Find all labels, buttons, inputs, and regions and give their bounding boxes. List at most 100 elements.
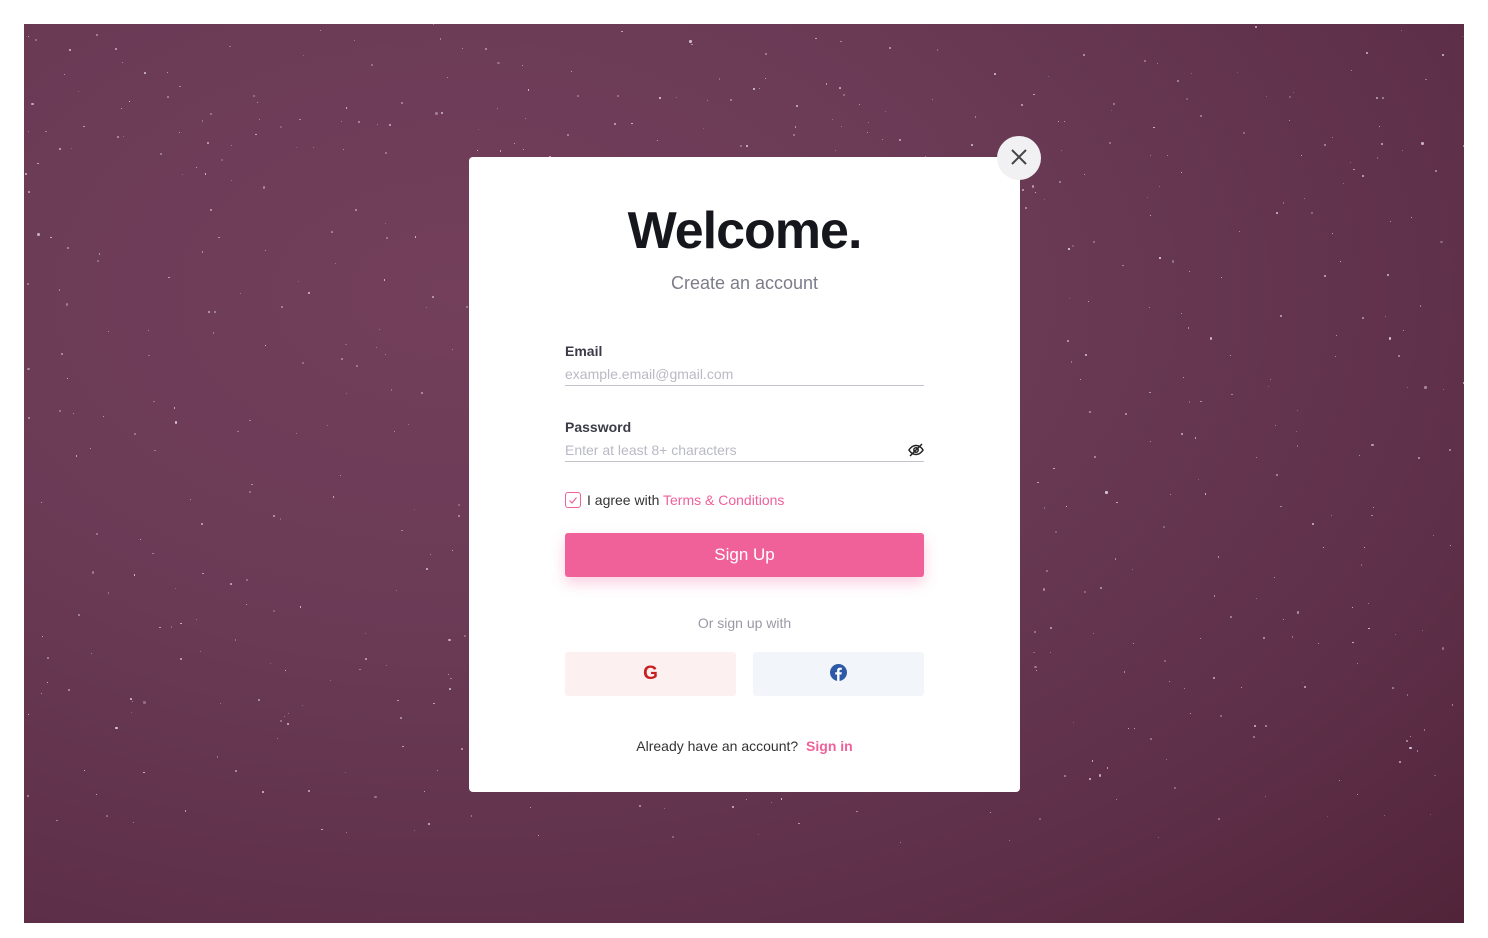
star <box>1066 506 1068 508</box>
star <box>676 96 678 99</box>
star <box>1340 260 1341 262</box>
star <box>40 501 42 504</box>
star <box>1356 663 1358 664</box>
star <box>1291 636 1293 638</box>
star <box>1401 29 1403 31</box>
star <box>1384 814 1386 816</box>
star <box>825 83 828 85</box>
star <box>1125 413 1128 416</box>
star <box>269 663 271 665</box>
terms-link[interactable]: Terms & Conditions <box>663 492 784 508</box>
footer: Already have an account? Sign in <box>469 738 1020 754</box>
star <box>1300 155 1302 157</box>
star <box>1451 703 1454 706</box>
star <box>1162 525 1165 529</box>
star <box>831 118 833 121</box>
star <box>1334 356 1336 357</box>
sign-in-link[interactable]: Sign in <box>806 738 853 754</box>
terms-checkbox[interactable] <box>565 492 581 508</box>
star <box>1416 750 1418 752</box>
google-button[interactable]: G <box>565 652 736 696</box>
star <box>340 358 344 361</box>
star <box>732 806 735 809</box>
star <box>70 147 72 149</box>
star <box>867 121 869 123</box>
password-input[interactable] <box>565 438 924 462</box>
star <box>1049 626 1052 629</box>
star <box>301 705 303 706</box>
star <box>1382 97 1384 99</box>
star <box>1283 618 1285 621</box>
star <box>1441 647 1444 650</box>
star <box>1093 240 1096 243</box>
star <box>1116 501 1118 504</box>
star <box>1108 141 1111 144</box>
star <box>1150 738 1153 740</box>
star <box>1132 642 1134 644</box>
star <box>659 97 661 99</box>
star <box>66 246 70 249</box>
email-input[interactable] <box>565 362 924 386</box>
star <box>449 688 451 690</box>
star <box>96 260 99 263</box>
star <box>1282 201 1285 204</box>
star <box>204 173 207 176</box>
star <box>329 679 331 681</box>
star <box>613 122 617 126</box>
star <box>374 795 377 798</box>
star <box>313 146 314 148</box>
star <box>1378 125 1381 128</box>
star <box>65 303 68 306</box>
star <box>249 419 251 422</box>
facebook-button[interactable] <box>753 652 924 696</box>
star <box>1110 109 1112 111</box>
star <box>1276 212 1278 215</box>
star <box>283 716 285 718</box>
star <box>484 47 487 50</box>
star <box>567 134 570 137</box>
star <box>1087 300 1090 303</box>
eye-off-icon[interactable] <box>908 442 924 463</box>
star <box>295 146 298 149</box>
star <box>122 136 125 138</box>
star <box>1064 121 1065 122</box>
star <box>332 496 335 498</box>
star <box>1462 381 1464 384</box>
star <box>1069 297 1071 299</box>
star <box>765 77 767 79</box>
star <box>262 790 265 793</box>
star <box>1351 69 1353 71</box>
star <box>107 592 109 594</box>
star <box>1099 587 1103 590</box>
close-button[interactable] <box>997 136 1041 180</box>
star <box>446 76 449 79</box>
star <box>1276 474 1279 477</box>
sign-up-button[interactable]: Sign Up <box>565 533 924 577</box>
star <box>1443 389 1445 391</box>
star <box>160 153 163 156</box>
star <box>1133 727 1135 729</box>
star <box>1349 161 1352 163</box>
star <box>1199 638 1201 640</box>
star <box>1153 126 1155 128</box>
star <box>885 110 887 112</box>
star <box>461 748 464 751</box>
star <box>1159 186 1161 188</box>
star <box>50 236 52 238</box>
facebook-icon <box>830 664 847 684</box>
star <box>1147 197 1149 199</box>
star <box>899 138 902 141</box>
or-sign-up-with: Or sign up with <box>697 615 792 631</box>
star <box>263 186 266 189</box>
star <box>259 119 261 121</box>
star <box>1270 378 1272 380</box>
star <box>1093 633 1095 634</box>
star <box>1034 666 1037 669</box>
star <box>1045 570 1048 573</box>
page-title: Welcome. <box>627 202 863 260</box>
star <box>170 626 172 628</box>
star <box>458 504 461 507</box>
star <box>1091 760 1094 763</box>
star <box>538 834 539 836</box>
star <box>1024 206 1027 209</box>
